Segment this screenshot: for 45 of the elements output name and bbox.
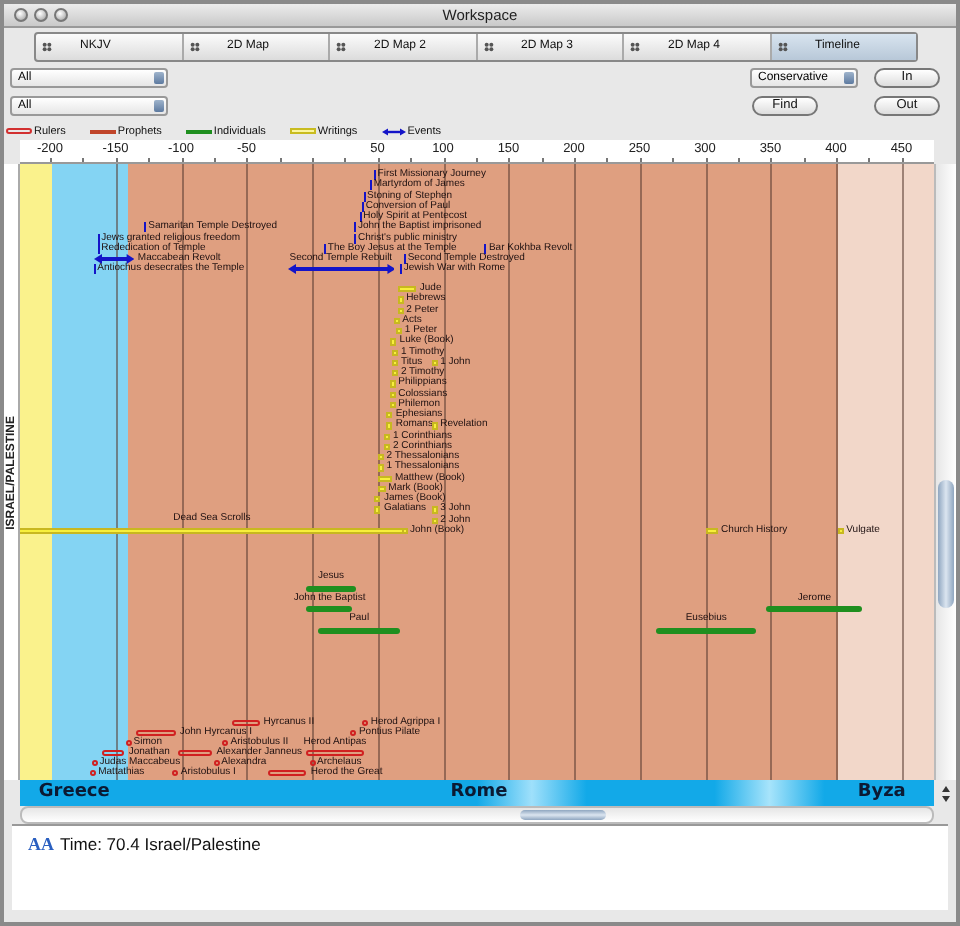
stepper-icon (154, 71, 164, 83)
cloverleaf-icon (483, 41, 493, 51)
scroll-up-icon[interactable] (941, 785, 949, 791)
ruler-bar[interactable] (306, 749, 364, 757)
span-arrow (93, 254, 134, 264)
close-button[interactable] (14, 8, 28, 22)
scroll-down-icon[interactable] (941, 795, 949, 801)
individual-bar[interactable] (306, 585, 356, 591)
writing-bar[interactable] (431, 422, 438, 430)
cloverleaf-icon (777, 41, 787, 51)
vertical-scrollbar[interactable] (934, 164, 956, 780)
era-label: Byza (857, 782, 906, 802)
individual-bar[interactable] (306, 606, 353, 612)
individual-bar[interactable] (318, 627, 400, 633)
scroll-thumb[interactable] (520, 810, 606, 820)
era-label: Rome (450, 782, 508, 802)
writing-bar[interactable] (837, 527, 844, 535)
ruler-bar[interactable] (102, 749, 125, 757)
ruler-bar[interactable] (177, 749, 213, 757)
double-arrow-icon (381, 127, 406, 135)
minimize-button[interactable] (34, 8, 48, 22)
cloverleaf-icon (42, 41, 52, 51)
writing-bar[interactable] (705, 527, 719, 535)
cloverleaf-icon (336, 41, 346, 51)
stepper-icon (844, 71, 854, 83)
era-label: Greece (38, 782, 110, 802)
stepper-icon (154, 99, 164, 111)
ruler-bar[interactable] (267, 769, 307, 777)
cloverleaf-icon (189, 41, 199, 51)
writing-swatch (289, 128, 316, 134)
writing-bar[interactable] (374, 496, 381, 503)
ruler-bar[interactable] (136, 729, 176, 737)
font-size-button[interactable]: AA (28, 834, 54, 854)
scroll-thumb[interactable] (938, 480, 954, 608)
horizontal-scrollbar[interactable] (20, 806, 934, 824)
ruler-bar[interactable] (232, 719, 260, 727)
writing-bar[interactable] (378, 485, 386, 493)
ruler-swatch (6, 128, 32, 134)
writing-bar[interactable] (377, 454, 384, 461)
cloverleaf-icon (630, 41, 640, 51)
span-arrow (287, 264, 395, 275)
time-readout: Time: 70.4 Israel/Palestine (60, 834, 261, 854)
individual-bar[interactable] (656, 627, 757, 633)
zoom-button[interactable] (54, 8, 68, 22)
individual-bar[interactable] (766, 606, 863, 612)
